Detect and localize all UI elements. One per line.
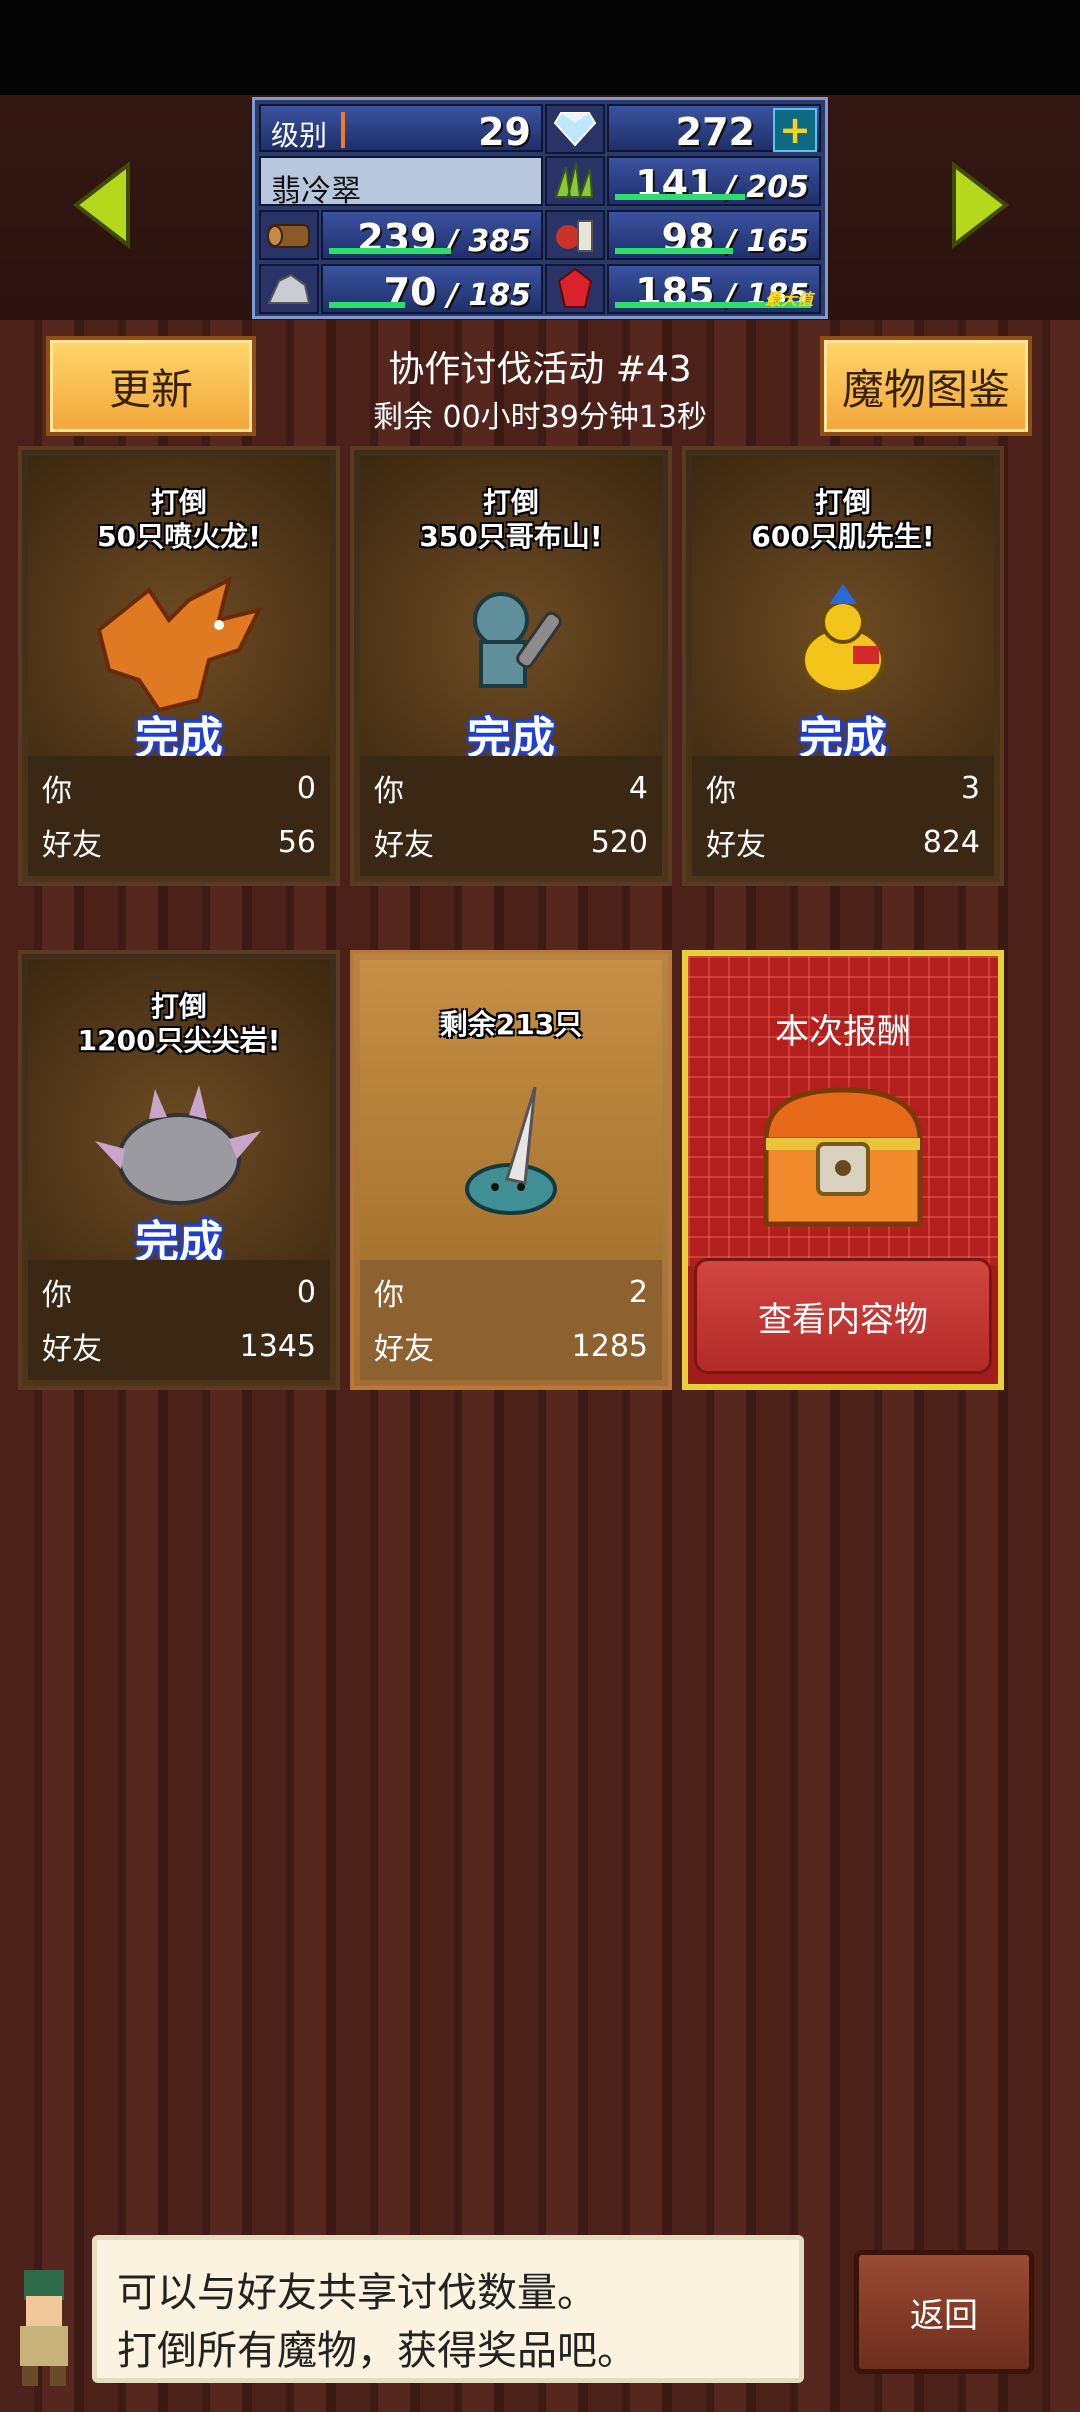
card-title: 打倒 350只哥布山! [419,486,603,553]
grass-icon [545,156,605,206]
card-title: 打倒 50只喷火龙! [97,486,261,553]
ore-icon [259,264,319,314]
friend-row: 好友 1345 [42,1328,316,1368]
status-bar-area [0,0,1080,95]
friend-row: 好友 520 [374,824,648,864]
guide-avatar [4,2260,84,2390]
crystal-cell: 185 / 185 最大值 [607,264,821,314]
bestiary-button[interactable]: 魔物图鉴 [820,336,1032,436]
dragon-icon [22,570,336,720]
event-timer: 剩余 00小时39分钟13秒 [372,400,708,435]
card-title: 打倒 1200只尖尖岩! [77,990,281,1057]
card-stats: 你0 好友 1345 [28,1260,330,1380]
status-panel: 级别 29 272 + 翡冷翠 141 / 205 239 / 385 98 /… [252,97,828,319]
reward-title: 本次报酬 [775,1012,911,1052]
remaining-count: 剩余213只 [439,1008,583,1041]
reward-card: 本次报酬 查看内容物 [682,950,1004,1390]
food-cell: 98 / 165 [607,210,821,260]
name-cell: 翡冷翠 [259,156,543,209]
ore-bar [329,302,405,308]
monster-card[interactable]: 打倒 50只喷火龙! 完成 你0 好友 56 [18,446,340,886]
level-cell: 级别 29 [259,104,543,154]
food-icon [545,210,605,260]
grass-cell: 141 / 205 [607,156,821,206]
hint-line-1: 可以与好友共享讨伐数量。 [117,2270,597,2316]
muscle-duck-icon [686,570,1000,720]
wood-cell: 239 / 385 [321,210,543,260]
card-title: 打倒 600只肌先生! [751,486,935,553]
grass-max: 205 [746,170,809,205]
next-arrow-button[interactable] [944,160,1014,250]
monster-card[interactable]: 打倒 1200只尖尖岩! 完成 你0 好友 1345 [18,950,340,1390]
level-value: 29 [478,110,531,154]
you-row: 你2 [374,1274,648,1314]
ore-max: 185 [468,278,531,313]
hint-line-2: 打倒所有魔物，获得奖品吧。 [117,2328,637,2374]
card-stats: 你2 好友 1285 [360,1260,662,1380]
prev-arrow-button[interactable] [68,160,138,250]
spiky-rock-icon [22,1074,336,1224]
max-tag: 最大值 [764,290,813,309]
monster-card-active[interactable]: 剩余213只 你2 好友 1285 [350,950,672,1390]
food-max: 165 [746,224,809,259]
grass-bar [615,194,745,200]
you-row: 你3 [706,770,980,810]
food-bar [615,248,733,254]
wood-bar [329,248,451,254]
you-row: 你0 [42,1274,316,1314]
left-arrow-icon [72,160,130,250]
view-contents-button[interactable]: 查看内容物 [694,1258,992,1374]
wood-icon [259,210,319,260]
horned-slime-icon [354,1074,668,1224]
refresh-button[interactable]: 更新 [46,336,256,436]
card-stats: 你0 好友 56 [28,756,330,876]
monster-card[interactable]: 打倒 600只肌先生! 完成 你3 好友 824 [682,446,1004,886]
goblin-icon [354,570,668,720]
friend-row: 好友 56 [42,824,316,864]
event-title: 协作讨伐活动 #43 [388,349,692,390]
card-stats: 你4 好友 520 [360,756,662,876]
crystal-icon [545,264,605,314]
friend-row: 好友 824 [706,824,980,864]
wood-max: 385 [468,224,531,259]
level-progress [341,112,345,148]
back-button[interactable]: 返回 [854,2250,1034,2374]
player-name: 翡冷翠 [271,174,361,209]
level-label: 级别 [271,119,328,152]
friend-row: 好友 1285 [374,1328,648,1368]
ore-cell: 70 / 185 [321,264,543,314]
gem-value: 272 [675,110,755,154]
you-row: 你0 [42,770,316,810]
right-arrow-icon [952,160,1010,250]
you-row: 你4 [374,770,648,810]
gem-icon [545,104,605,154]
hint-dialog: 可以与好友共享讨伐数量。 打倒所有魔物，获得奖品吧。 [92,2235,804,2383]
card-stats: 你3 好友 824 [692,756,994,876]
gem-cell: 272 + [607,104,821,154]
add-gems-button[interactable]: + [773,108,817,152]
treasure-chest-icon [763,1087,923,1227]
monster-card[interactable]: 打倒 350只哥布山! 完成 你4 好友 520 [350,446,672,886]
